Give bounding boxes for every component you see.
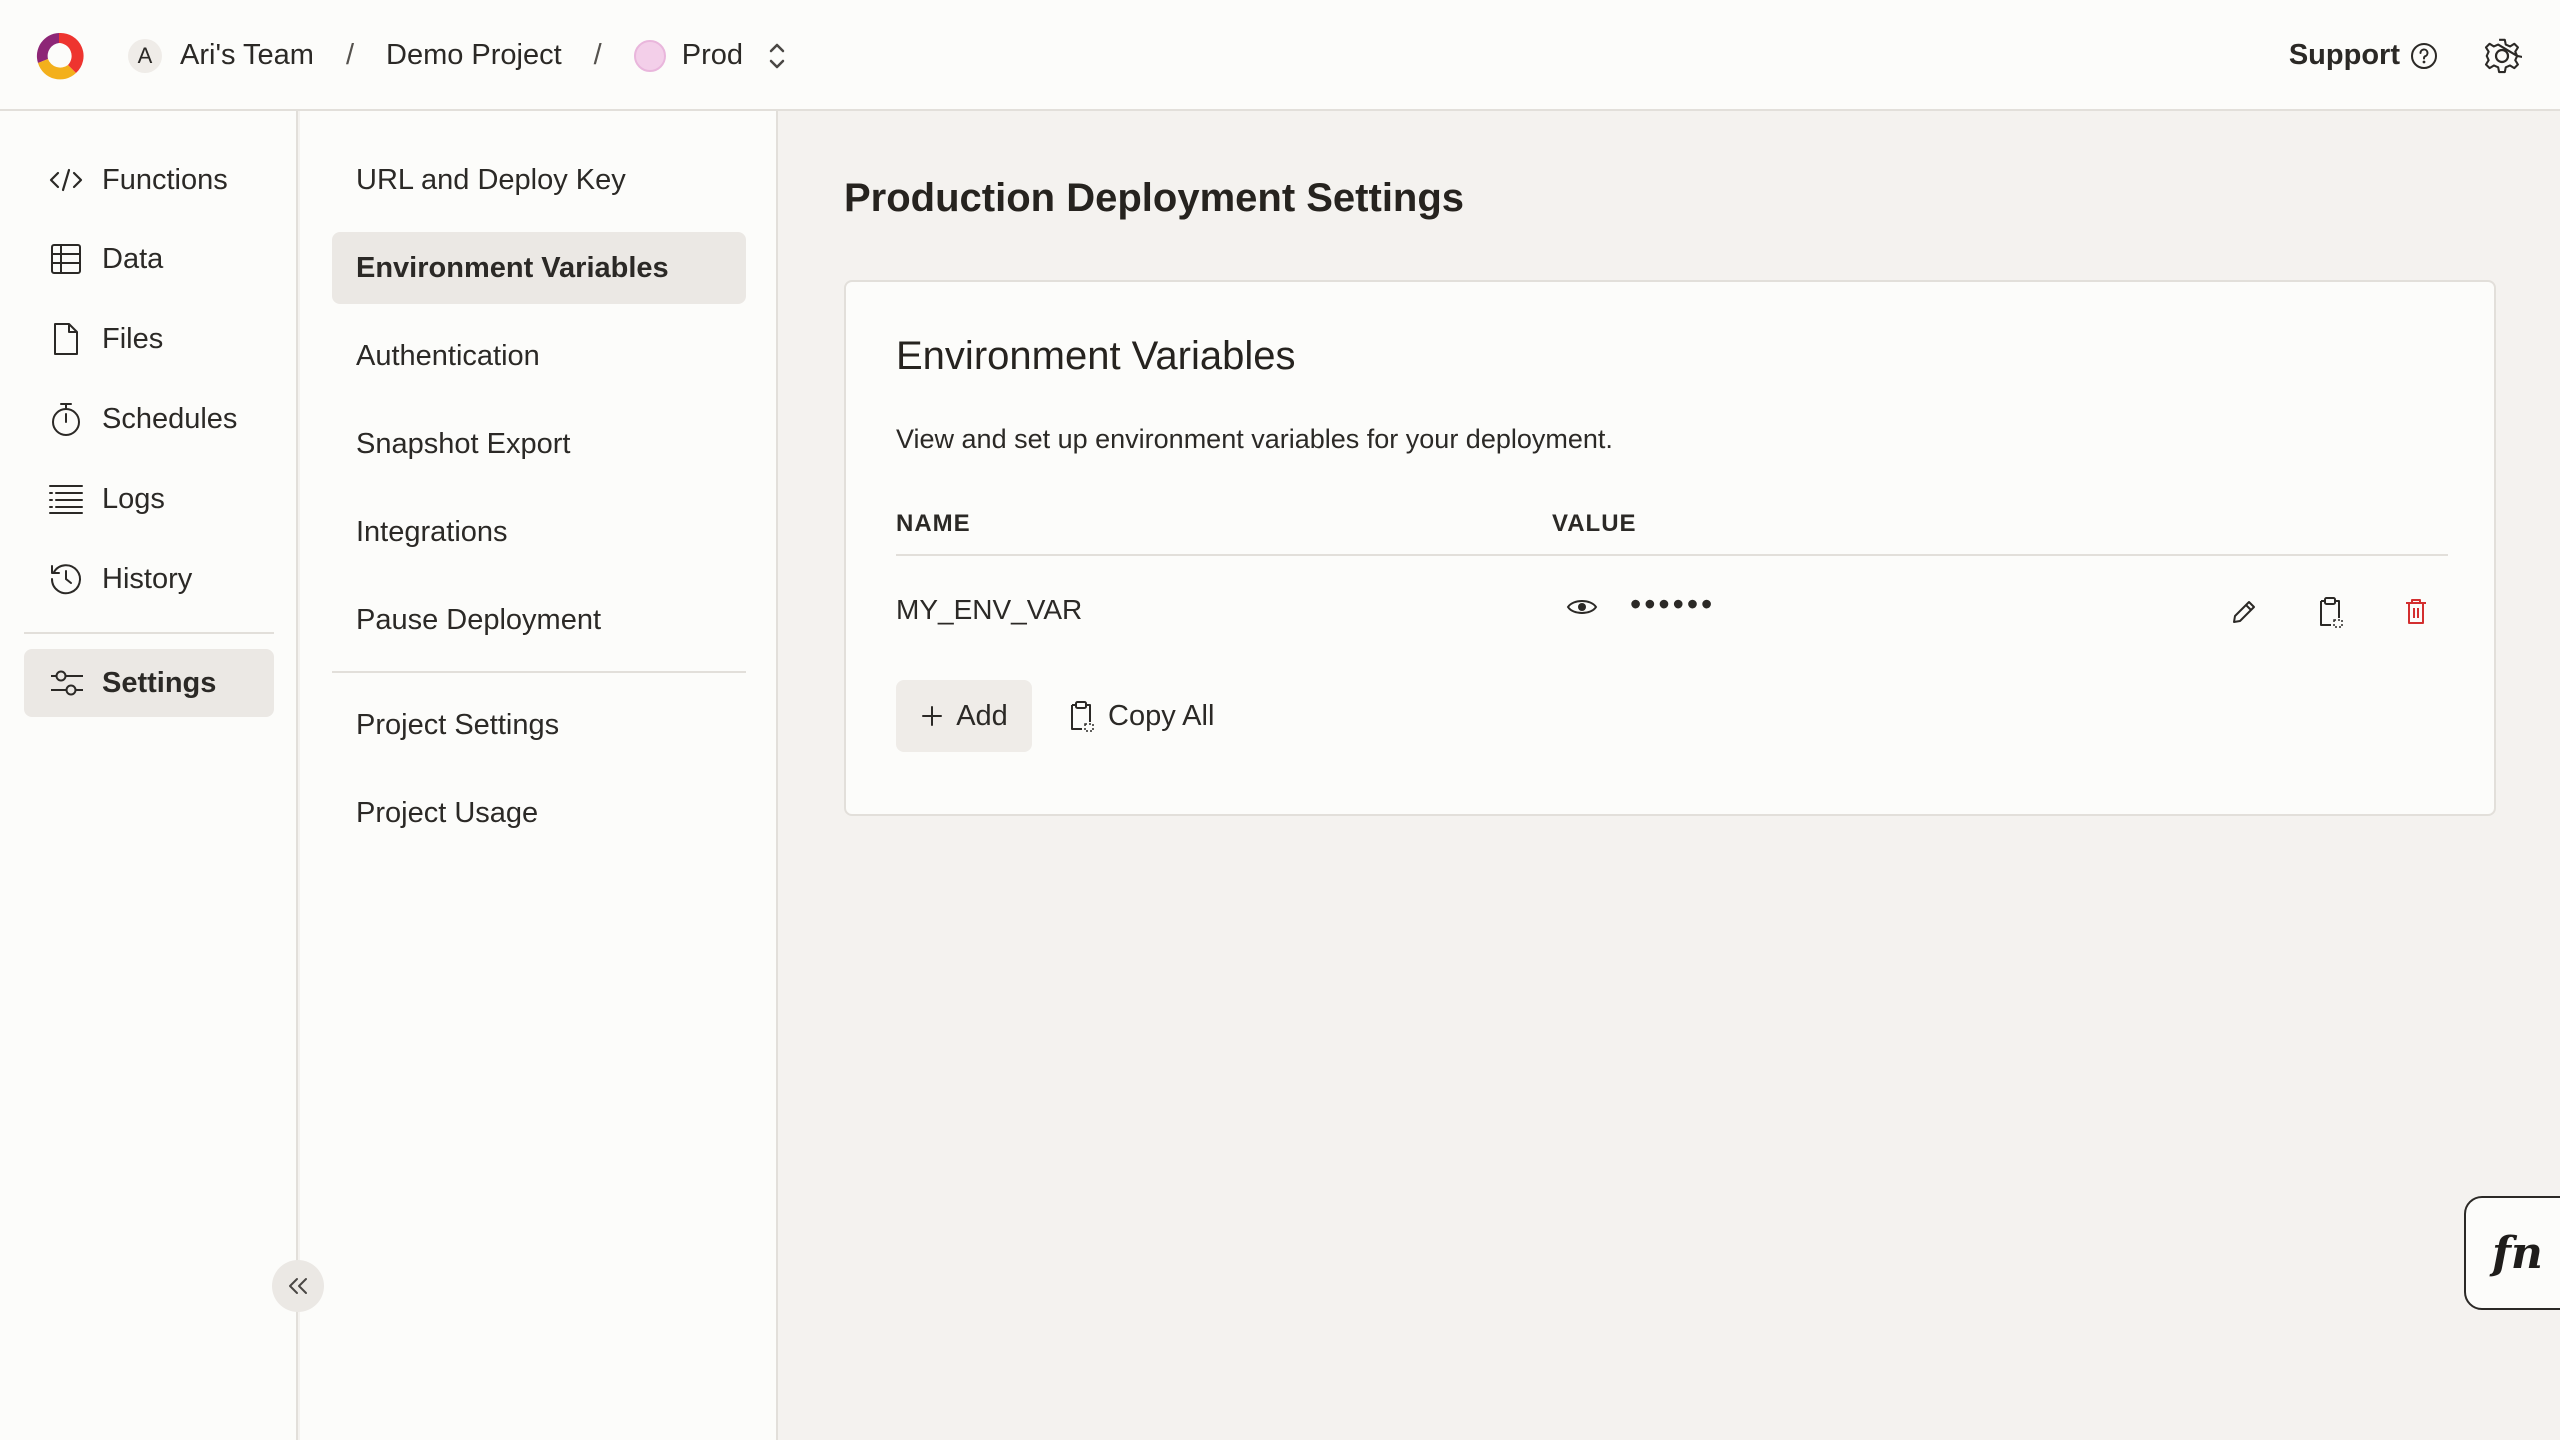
sidebar-item-files[interactable]: Files (24, 305, 274, 373)
settings-nav: URL and Deploy Key Environment Variables… (300, 111, 778, 1440)
collapse-sidebar-button[interactable] (272, 1260, 324, 1312)
settings-nav-snapshot-export[interactable]: Snapshot Export (332, 408, 746, 480)
env-var-value-masked: •••••• (1630, 586, 1716, 622)
deployment-color-dot (633, 39, 666, 72)
gear-icon[interactable] (2482, 36, 2522, 76)
copy-all-button[interactable]: Copy All (1066, 680, 1214, 752)
eye-icon[interactable] (1566, 596, 1598, 618)
history-icon (48, 561, 84, 597)
delete-button[interactable] (2386, 582, 2446, 642)
edit-button[interactable] (2214, 582, 2274, 642)
settings-nav-divider (332, 671, 746, 673)
support-label: Support (2288, 39, 2400, 71)
clipboard-icon (2320, 597, 2343, 628)
card-description: View and set up environment variables fo… (896, 424, 1613, 454)
function-runner-button[interactable]: fn (2464, 1196, 2560, 1310)
env-var-name: MY_ENV_VAR (896, 594, 1083, 625)
sidebar-item-label: Functions (102, 163, 228, 196)
file-icon (48, 321, 84, 357)
add-label: Add (956, 699, 1008, 732)
trash-icon (2406, 599, 2426, 624)
top-bar: A Ari's Team / Demo Project / Prod Suppo… (0, 0, 2560, 111)
sidebar-item-settings[interactable]: Settings (24, 649, 274, 717)
convex-logo-icon[interactable] (30, 27, 88, 85)
breadcrumb-separator: / (593, 39, 602, 71)
chevron-up-down-icon[interactable] (765, 39, 789, 73)
sidebar-divider (24, 632, 274, 634)
sidebar-item-label: Schedules (102, 402, 238, 435)
add-button[interactable]: Add (896, 680, 1032, 752)
question-circle-icon (2411, 42, 2437, 69)
team-switcher[interactable]: Ari's Team (180, 39, 314, 72)
sidebar-item-label: Data (102, 242, 164, 275)
double-chevron-left-icon (289, 1278, 307, 1294)
settings-nav-project-settings[interactable]: Project Settings (332, 689, 746, 761)
support-button[interactable]: Support (2289, 39, 2438, 72)
plus-icon (922, 706, 943, 726)
sidebar-item-label: Logs (102, 482, 165, 515)
sidebar-item-label: Files (102, 322, 164, 355)
sidebar-item-schedules[interactable]: Schedules (24, 385, 274, 453)
sidebar: Functions Data Files Schedules Logs Hist… (0, 111, 298, 1440)
settings-nav-authentication[interactable]: Authentication (332, 320, 746, 392)
list-icon (48, 481, 84, 517)
column-header-name: NAME (896, 510, 971, 537)
pencil-icon (2233, 601, 2255, 623)
table-icon (48, 241, 84, 277)
stopwatch-icon (48, 401, 84, 437)
deployment-switcher[interactable]: Prod (682, 39, 743, 72)
clipboard-icon (1071, 701, 1094, 732)
project-switcher[interactable]: Demo Project (386, 39, 562, 72)
breadcrumb-separator: / (345, 39, 354, 71)
settings-nav-environment-variables[interactable]: Environment Variables (332, 232, 746, 304)
breadcrumb: A Ari's Team / Demo Project / Prod (128, 0, 789, 111)
page-title: Production Deployment Settings (844, 176, 1465, 220)
code-icon (48, 162, 84, 198)
sidebar-item-functions[interactable]: Functions (24, 146, 274, 214)
sidebar-item-label: Settings (102, 666, 217, 699)
settings-nav-integrations[interactable]: Integrations (332, 496, 746, 568)
sidebar-item-label: History (102, 562, 193, 595)
env-vars-card: Environment Variables View and set up en… (844, 280, 2496, 816)
settings-nav-project-usage[interactable]: Project Usage (332, 777, 746, 849)
sidebar-item-logs[interactable]: Logs (24, 465, 274, 533)
settings-nav-pause-deployment[interactable]: Pause Deployment (332, 584, 746, 656)
sidebar-item-data[interactable]: Data (24, 225, 274, 293)
column-header-value: VALUE (1552, 510, 1637, 537)
copy-all-label: Copy All (1108, 699, 1215, 732)
team-avatar: A (128, 38, 162, 73)
copy-button[interactable] (2300, 582, 2360, 642)
table-header-divider (896, 554, 2448, 556)
card-title: Environment Variables (896, 334, 1296, 378)
sidebar-item-history[interactable]: History (24, 545, 274, 613)
settings-nav-url-deploy-key[interactable]: URL and Deploy Key (332, 144, 746, 216)
sliders-icon (48, 665, 84, 701)
